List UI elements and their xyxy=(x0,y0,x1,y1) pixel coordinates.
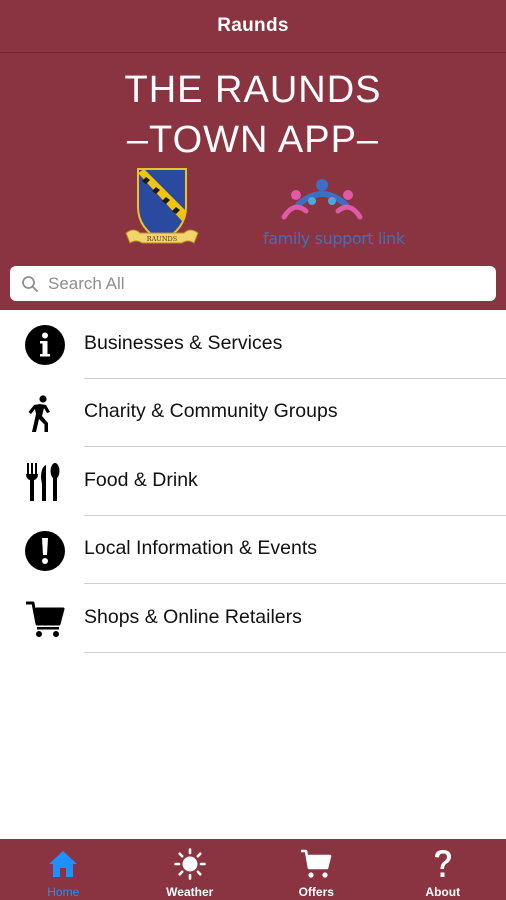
list-item-label: Local Information & Events xyxy=(84,537,318,559)
search-icon xyxy=(22,275,38,292)
crest-scroll-text: RAUNDS xyxy=(147,235,177,243)
banner-title-line2: –TOWN APP– xyxy=(126,119,380,161)
list-item-label: Shops & Online Retailers xyxy=(84,605,302,628)
shopping-cart-icon xyxy=(24,598,66,640)
list-item-label: Businesses & Services xyxy=(84,331,283,354)
top-navbar: Raunds xyxy=(0,0,506,53)
list-item-food-drink[interactable]: Food & Drink xyxy=(0,447,506,516)
navbar-title: Raunds xyxy=(217,15,289,36)
exclamation-circle-icon xyxy=(24,530,66,572)
family-support-link-text: family support link xyxy=(263,229,405,248)
tab-offers[interactable]: Offers xyxy=(253,839,380,900)
category-list: Businesses & Services Charity & Communit… xyxy=(0,310,506,653)
walking-person-icon xyxy=(20,393,62,435)
bottom-tab-bar: Home Weather Offers About xyxy=(0,839,506,900)
tab-about[interactable]: About xyxy=(380,839,506,900)
tab-weather[interactable]: Weather xyxy=(127,839,254,900)
list-item-businesses-services[interactable]: Businesses & Services xyxy=(0,310,506,379)
tab-label: Weather xyxy=(166,885,214,899)
home-icon xyxy=(47,848,79,880)
list-item-label: Food & Drink xyxy=(84,468,198,491)
list-item-local-information-events[interactable]: Local Information & Events xyxy=(0,516,506,584)
banner-title-line1: THE RAUNDS xyxy=(124,69,382,111)
divider xyxy=(84,651,506,653)
list-item-label: Charity & Community Groups xyxy=(84,400,338,422)
tab-label: About xyxy=(425,885,461,899)
cutlery-icon xyxy=(22,461,64,503)
tab-label: Offers xyxy=(298,885,334,899)
question-mark-icon xyxy=(427,848,459,880)
sun-icon xyxy=(173,848,206,880)
raunds-crest-logo: RAUNDS xyxy=(125,168,199,244)
info-circle-icon xyxy=(24,324,66,366)
cart-icon xyxy=(300,848,332,880)
tab-label: Home xyxy=(47,885,80,899)
list-item-charity-community[interactable]: Charity & Community Groups xyxy=(0,379,506,447)
tab-home[interactable]: Home xyxy=(0,839,127,900)
search-bar[interactable] xyxy=(10,266,496,301)
list-item-shops-online-retailers[interactable]: Shops & Online Retailers xyxy=(0,584,506,653)
search-input[interactable] xyxy=(48,273,468,294)
